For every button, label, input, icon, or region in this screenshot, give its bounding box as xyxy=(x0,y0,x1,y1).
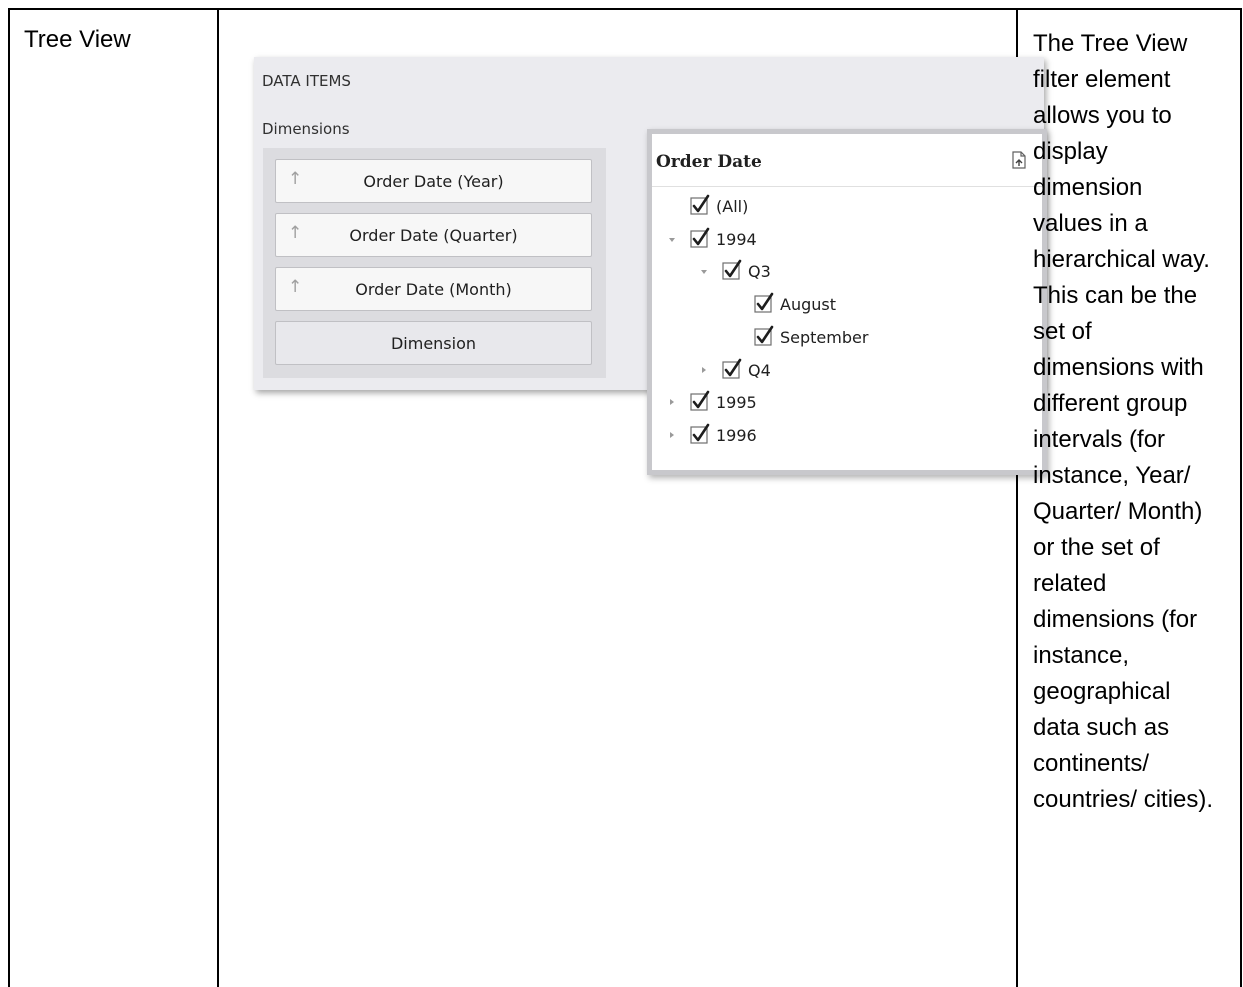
checkbox-checked-icon[interactable] xyxy=(721,259,743,281)
expand-arrow-icon[interactable] xyxy=(666,396,678,408)
dimension-button-order-date-quarter[interactable]: ↑ Order Date (Quarter) xyxy=(275,213,592,257)
column-divider-1 xyxy=(217,10,219,987)
checkbox-checked-icon[interactable] xyxy=(689,227,711,249)
tree-node-label: 1994 xyxy=(716,229,757,249)
expand-arrow-icon[interactable] xyxy=(698,364,710,376)
dimension-button-order-date-year[interactable]: ↑ Order Date (Year) xyxy=(275,159,592,203)
tree-view-title: Order Date xyxy=(656,152,762,172)
dimension-button-order-date-month[interactable]: ↑ Order Date (Month) xyxy=(275,267,592,311)
collapse-arrow-icon[interactable] xyxy=(698,265,710,277)
dimensions-section: ↑ Order Date (Year) ↑ Order Date (Quarte… xyxy=(263,148,606,378)
checkbox-checked-icon[interactable] xyxy=(753,292,775,314)
dimension-button-label: Order Date (Month) xyxy=(355,280,512,299)
tree-node-label: Q3 xyxy=(748,262,771,282)
tree-node-label: (All) xyxy=(716,197,749,216)
tree-node-label: Q4 xyxy=(748,360,771,380)
checkbox-checked-icon[interactable] xyxy=(753,325,775,347)
collapse-arrow-icon[interactable] xyxy=(666,233,678,245)
element-description-cell: The Tree View filter element allows you … xyxy=(1033,30,1214,813)
dimensions-label: Dimensions xyxy=(262,120,350,138)
checkbox-checked-icon[interactable] xyxy=(689,423,711,445)
tree-view-filter: Order Date (All) 1994 Q3 August September Q4 1… xyxy=(647,129,1047,475)
data-items-heading: DATA ITEMS xyxy=(262,72,351,90)
checkbox-checked-icon[interactable] xyxy=(689,390,711,412)
dimension-button-label: Order Date (Year) xyxy=(363,172,504,191)
dimension-button-label: Order Date (Quarter) xyxy=(349,226,518,245)
element-name-cell: Tree View xyxy=(24,26,131,53)
checkbox-checked-icon[interactable] xyxy=(689,194,711,216)
expand-arrow-icon[interactable] xyxy=(666,429,678,441)
tree-node-label: 1996 xyxy=(716,425,757,445)
tree-node-label: August xyxy=(780,295,836,315)
checkbox-checked-icon[interactable] xyxy=(721,358,743,380)
tree-view-content: Order Date (All) 1994 Q3 August September Q4 1… xyxy=(652,134,1042,470)
dimension-placeholder-button[interactable]: Dimension xyxy=(275,321,592,365)
export-document-icon[interactable] xyxy=(1012,151,1026,169)
tree-header-separator xyxy=(652,186,1042,187)
tree-node-label: September xyxy=(780,327,869,347)
tree-node-label: 1995 xyxy=(716,393,757,413)
dimension-placeholder-label: Dimension xyxy=(390,334,477,353)
